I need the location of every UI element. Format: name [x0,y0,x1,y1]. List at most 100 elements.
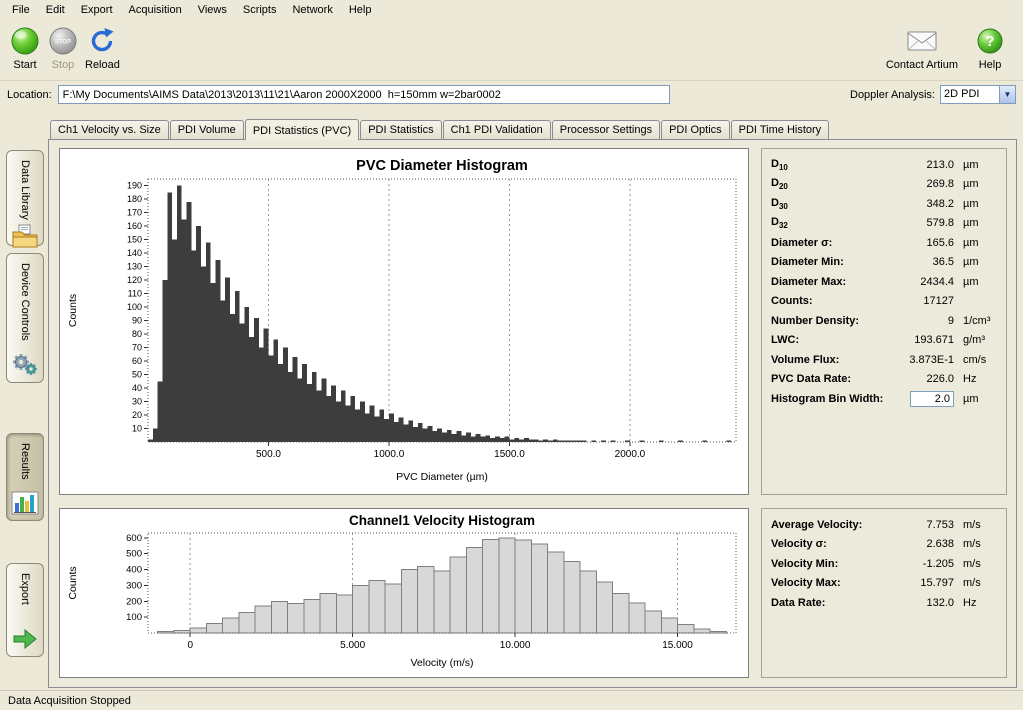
menu-item-acquisition[interactable]: Acquisition [121,2,190,18]
svg-text:1500.0: 1500.0 [494,449,525,460]
doppler-analysis-group: Doppler Analysis: 2D PDI ▼ [850,85,1016,104]
svg-text:90: 90 [132,316,142,326]
svg-text:0: 0 [187,640,193,651]
location-input[interactable] [58,85,670,104]
stat-unit: µm [954,178,996,190]
stat-label: Velocity σ: [771,538,884,550]
svg-text:40: 40 [132,383,142,393]
svg-text:?: ? [985,33,994,50]
sidebar-item-data-library[interactable]: Data Library [6,150,44,246]
stat-unit: µm [954,393,996,405]
stat-label: D32 [771,216,884,230]
stat-diameter: Diameter σ:165.6µm [771,233,996,253]
toolbar-right-group: Contact Artium ? Help [883,23,1009,73]
tab-pdi-volume[interactable]: PDI Volume [170,120,244,139]
sidebar-item-export[interactable]: Export [6,563,44,657]
stat-value-column: 3.873E-1 [884,354,954,366]
stat-value-column: -1.205 [884,558,954,570]
svg-text:60: 60 [132,356,142,366]
stat-velocity-min: Velocity Min:-1.205m/s [771,554,996,574]
contact-artium-button[interactable]: Contact Artium [883,23,961,73]
stat-lwc: LWC:193.671g/m³ [771,331,996,351]
stat-value: 165.6 [926,237,954,249]
doppler-analysis-label: Doppler Analysis: [850,89,935,101]
tab-ch1-velocity-vs-size[interactable]: Ch1 Velocity vs. Size [50,120,169,139]
svg-text:150: 150 [127,235,142,245]
stat-unit: µm [954,237,996,249]
status-bar: Data Acquisition Stopped [0,690,1023,710]
svg-text:5.000: 5.000 [340,640,365,651]
pvc-diameter-histogram-chart: 500.01000.01500.02000.010203040506070809… [60,149,748,494]
stop-button-label: Stop [52,59,75,71]
stat-value-column: 36.5 [884,256,954,268]
stat-d10: D10213.0µm [771,155,996,175]
start-button[interactable]: Start [6,23,44,73]
reload-button[interactable]: Reload [82,23,123,73]
sidebar-item-label: Device Controls [19,263,31,341]
svg-text:1000.0: 1000.0 [374,449,405,460]
histogram-bin-width-input[interactable] [910,391,954,407]
menu-item-views[interactable]: Views [190,2,235,18]
stop-button[interactable]: STOP Stop [44,23,82,73]
stat-diameter-max: Diameter Max:2434.4µm [771,272,996,292]
stat-unit: µm [954,256,996,268]
stat-label: PVC Data Rate: [771,373,884,385]
svg-text:50: 50 [132,370,142,380]
stat-velocity: Velocity σ:2.638m/s [771,535,996,555]
svg-text:600: 600 [126,533,142,544]
doppler-analysis-value: 2D PDI [941,86,999,103]
stat-value: 7.753 [926,519,954,531]
stat-value: 132.0 [926,597,954,609]
menu-item-export[interactable]: Export [73,2,121,18]
tab-pdi-time-history[interactable]: PDI Time History [731,120,830,139]
stat-label: Average Velocity: [771,519,884,531]
tab-pdi-statistics[interactable]: PDI Statistics [360,120,441,139]
main-area: Data Library Device Controls Results Export… [0,108,1023,690]
svg-text:10.000: 10.000 [500,640,531,651]
stat-value-column: 348.2 [884,198,954,210]
stat-label: Number Density: [771,315,884,327]
doppler-analysis-select[interactable]: 2D PDI ▼ [940,85,1016,104]
stat-value: 15.797 [920,577,954,589]
menu-item-edit[interactable]: Edit [38,2,73,18]
stat-label: Diameter Max: [771,276,884,288]
stat-value: -1.205 [923,558,954,570]
stat-unit: µm [954,159,996,171]
stat-value: 2434.4 [920,276,954,288]
sidebar-item-results[interactable]: Results [6,433,44,521]
help-button[interactable]: ? Help [971,23,1009,73]
y-axis-label: Counts [67,294,79,327]
velocity-histogram-panel: 05.00010.00015.000100200300400500600Chan… [59,508,749,678]
sidebar-item-device-controls[interactable]: Device Controls [6,253,44,383]
location-label: Location: [7,89,52,101]
stat-data-rate: Data Rate:132.0Hz [771,593,996,613]
stat-value-column: 132.0 [884,597,954,609]
stop-icon: STOP [47,25,79,57]
stat-value-column [884,391,954,407]
menu-item-help[interactable]: Help [341,2,380,18]
menu-item-network[interactable]: Network [284,2,340,18]
tab-ch1-pdi-validation[interactable]: Ch1 PDI Validation [443,120,551,139]
x-axis-label: PVC Diameter (µm) [396,471,488,483]
stat-unit: cm/s [954,354,996,366]
svg-text:120: 120 [127,275,142,285]
velocity-stats-panel: Average Velocity: 7.753 m/s Velocity σ:2.63… [761,508,1007,678]
svg-text:80: 80 [132,329,142,339]
tab-pdi-statistics-pvc[interactable]: PDI Statistics (PVC) [245,119,359,140]
stat-unit: Hz [954,597,996,609]
stat-label: D10 [771,158,884,172]
stat-number-density: Number Density:91/cm³ [771,311,996,331]
stat-value: 579.8 [926,217,954,229]
svg-text:100: 100 [126,612,142,623]
menu-bar: FileEditExportAcquisitionViewsScriptsNet… [0,0,1023,19]
svg-text:300: 300 [126,580,142,591]
tab-page-pdi-statistics-pvc: 500.01000.01500.02000.010203040506070809… [48,139,1017,688]
menu-item-scripts[interactable]: Scripts [235,2,285,18]
stat-unit: m/s [954,577,996,589]
toolbar: Start STOP Stop [0,19,1023,80]
menu-item-file[interactable]: File [4,2,38,18]
stat-histogram-bin-width: Histogram Bin Width:µm [771,389,996,409]
tab-processor-settings[interactable]: Processor Settings [552,120,660,139]
tab-pdi-optics[interactable]: PDI Optics [661,120,730,139]
data-library-icon [11,224,39,248]
